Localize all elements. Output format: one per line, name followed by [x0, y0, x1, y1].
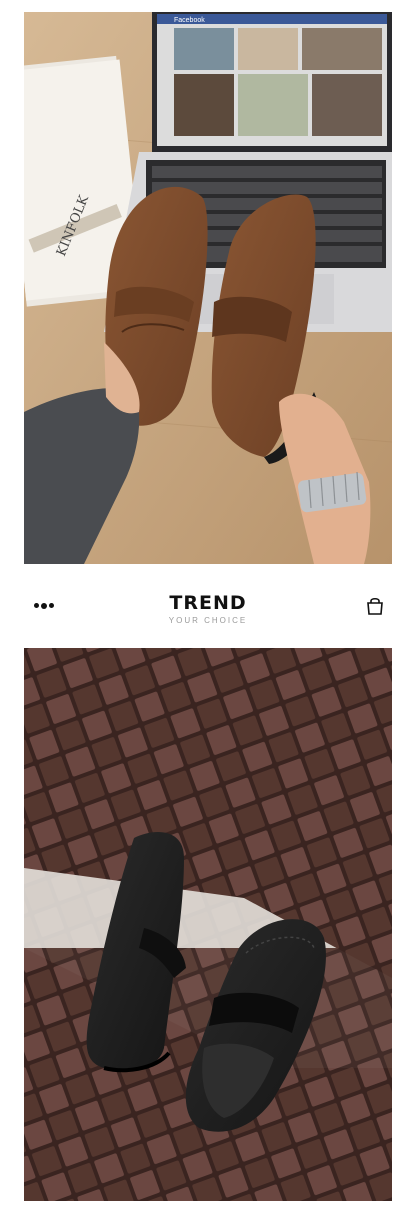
trend-banner: TREND YOUR CHOICE	[24, 588, 392, 625]
laptop-screen-label: Facebook	[174, 17, 205, 24]
black-loafers-scene	[24, 648, 392, 1201]
banner-subtitle: YOUR CHOICE	[168, 616, 248, 625]
brown-loafers-scene: KINFOLK Facebook	[24, 12, 392, 564]
shopping-bag-icon[interactable]	[366, 596, 384, 616]
product-photo-black-loafers	[24, 648, 392, 1201]
banner-title: TREND	[169, 592, 247, 614]
product-photo-brown-loafers: KINFOLK Facebook	[24, 12, 392, 564]
